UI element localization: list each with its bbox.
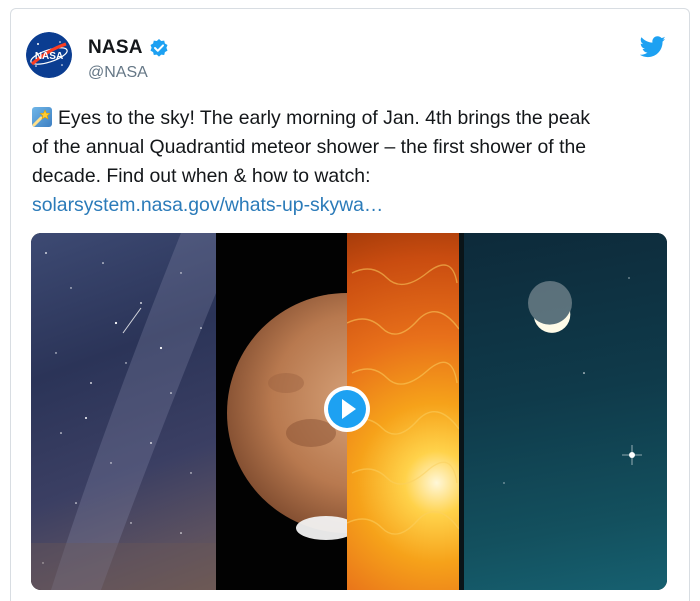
play-button-icon[interactable] [322,384,372,434]
tweet-text-line-1: Eyes to the sky! The early morning of Ja… [32,104,672,133]
author-name[interactable]: NASA [88,37,143,59]
nasa-logo-icon[interactable]: NASA [26,32,72,78]
video-thumbnail[interactable] [31,233,667,590]
tweet-text-line-2: of the annual Quadrantid meteor shower –… [32,136,587,158]
twitter-bird-icon[interactable] [639,36,666,58]
tweet-text-line-3: decade. Find out when & how to watch: [32,165,371,187]
milky-way-panel [31,233,216,590]
author-name-row: NASA [88,37,169,59]
tweet-link[interactable]: solarsystem.nasa.gov/whats-up-skywa… [32,194,383,216]
tweet-text: Eyes to the sky! The early morning of Ja… [32,104,672,220]
verified-badge-icon [149,38,169,58]
moon-venus-panel [464,233,667,590]
tweet-text-line-1-content: Eyes to the sky! The early morning of Ja… [58,107,591,129]
svg-text:NASA: NASA [35,51,63,62]
shooting-star-emoji-icon [32,107,52,127]
author-handle[interactable]: @NASA [88,64,148,82]
